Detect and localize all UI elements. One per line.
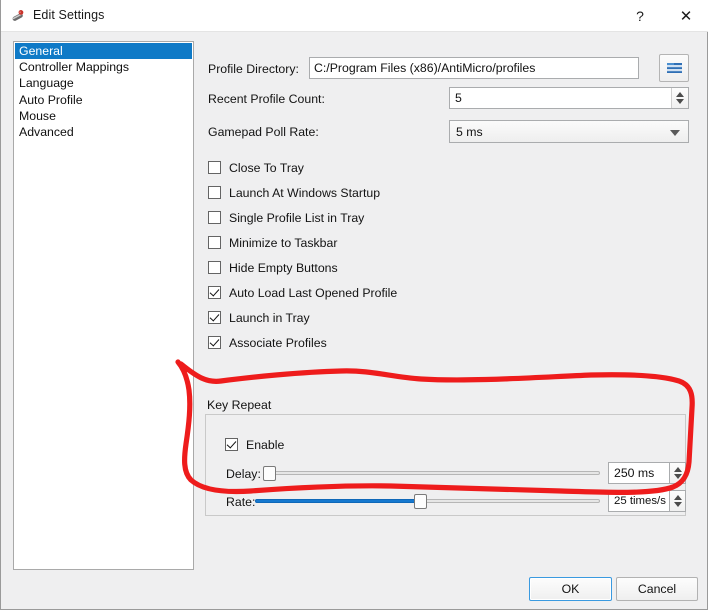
delay-slider[interactable] bbox=[263, 463, 600, 483]
browse-directory-button[interactable] bbox=[659, 54, 689, 82]
profile-directory-input[interactable]: C:/Program Files (x86)/AntiMicro/profile… bbox=[309, 57, 639, 79]
checkbox-label: Hide Empty Buttons bbox=[229, 260, 338, 275]
delay-stepper[interactable] bbox=[670, 462, 686, 484]
stepper-down-icon[interactable] bbox=[676, 99, 684, 104]
checkbox-single-profile-list-in-tray[interactable]: Single Profile List in Tray bbox=[208, 210, 364, 225]
checkbox-label: Launch At Windows Startup bbox=[229, 185, 381, 200]
recent-profile-count-label: Recent Profile Count: bbox=[208, 92, 325, 106]
delay-label: Delay: bbox=[226, 467, 261, 481]
folder-icon bbox=[666, 63, 682, 73]
checkbox-label: Minimize to Taskbar bbox=[229, 235, 338, 250]
edit-settings-dialog: Edit Settings ? ✕ General Controller Map… bbox=[0, 0, 708, 610]
checkbox-label: Enable bbox=[246, 437, 285, 452]
checkbox-box[interactable] bbox=[208, 261, 221, 274]
recent-profile-count-value[interactable]: 5 bbox=[450, 88, 671, 108]
checkbox-box[interactable] bbox=[225, 438, 238, 451]
recent-profile-count-spinbox[interactable]: 5 bbox=[449, 87, 689, 109]
checkbox-label: Single Profile List in Tray bbox=[229, 210, 365, 225]
checkbox-box[interactable] bbox=[208, 236, 221, 249]
delay-slider-handle[interactable] bbox=[263, 466, 276, 481]
key-repeat-title: Key Repeat bbox=[207, 398, 277, 412]
checkbox-launch-in-tray[interactable]: Launch in Tray bbox=[208, 310, 310, 325]
title-bar: Edit Settings ? ✕ bbox=[1, 0, 708, 32]
rate-value[interactable]: 25 times/s bbox=[609, 491, 669, 511]
help-icon: ? bbox=[636, 7, 644, 24]
checkbox-box[interactable] bbox=[208, 186, 221, 199]
rate-stepper[interactable] bbox=[670, 490, 686, 512]
checkbox-minimize-to-taskbar[interactable]: Minimize to Taskbar bbox=[208, 235, 337, 250]
gamepad-poll-rate-value: 5 ms bbox=[456, 124, 483, 139]
stepper-down-icon[interactable] bbox=[673, 502, 682, 507]
checkbox-box[interactable] bbox=[208, 336, 221, 349]
profile-directory-label: Profile Directory: bbox=[208, 62, 299, 76]
rate-slider-fill bbox=[255, 499, 421, 503]
key-repeat-frame: Enable Delay: 250 ms Rate: 25 times/s bbox=[205, 414, 686, 516]
checkbox-box[interactable] bbox=[208, 311, 221, 324]
delay-slider-groove[interactable] bbox=[263, 471, 600, 475]
checkbox-close-to-tray[interactable]: Close To Tray bbox=[208, 160, 304, 175]
rate-label: Rate: bbox=[226, 495, 256, 509]
general-settings-pane: Profile Directory: C:/Program Files (x86… bbox=[1, 32, 708, 610]
window-title: Edit Settings bbox=[33, 8, 105, 22]
checkbox-label: Launch in Tray bbox=[229, 310, 310, 325]
rate-slider-handle[interactable] bbox=[413, 494, 427, 509]
close-icon: ✕ bbox=[679, 7, 693, 25]
ok-button[interactable]: OK bbox=[529, 577, 612, 601]
stepper-up-icon[interactable] bbox=[673, 467, 682, 472]
stepper-up-icon[interactable] bbox=[676, 92, 684, 97]
checkbox-hide-empty-buttons[interactable]: Hide Empty Buttons bbox=[208, 260, 338, 275]
checkbox-box[interactable] bbox=[208, 161, 221, 174]
checkbox-label: Associate Profiles bbox=[229, 335, 327, 350]
gamepad-icon bbox=[10, 8, 27, 25]
close-button[interactable]: ✕ bbox=[663, 0, 708, 31]
key-repeat-group: Key Repeat Enable Delay: 250 ms Rate: 25… bbox=[205, 398, 686, 516]
rate-slider[interactable] bbox=[255, 491, 600, 511]
delay-spinbox[interactable]: 250 ms bbox=[608, 462, 670, 484]
chevron-down-icon[interactable] bbox=[670, 129, 680, 136]
recent-profile-count-stepper[interactable] bbox=[671, 88, 688, 108]
stepper-up-icon[interactable] bbox=[673, 495, 682, 500]
checkbox-key-repeat-enable[interactable]: Enable bbox=[225, 437, 284, 452]
delay-value[interactable]: 250 ms bbox=[609, 463, 669, 483]
rate-spinbox[interactable]: 25 times/s bbox=[608, 490, 670, 512]
gamepad-poll-rate-select[interactable]: 5 ms bbox=[449, 120, 689, 143]
checkbox-auto-load-last-opened-profile[interactable]: Auto Load Last Opened Profile bbox=[208, 285, 397, 300]
checkbox-label: Auto Load Last Opened Profile bbox=[229, 285, 398, 300]
help-button[interactable]: ? bbox=[617, 0, 663, 31]
checkbox-box[interactable] bbox=[208, 211, 221, 224]
checkbox-box[interactable] bbox=[208, 286, 221, 299]
checkbox-associate-profiles[interactable]: Associate Profiles bbox=[208, 335, 327, 350]
stepper-down-icon[interactable] bbox=[673, 474, 682, 479]
checkbox-launch-at-windows-startup[interactable]: Launch At Windows Startup bbox=[208, 185, 380, 200]
cancel-button-label: Cancel bbox=[637, 582, 677, 596]
cancel-button[interactable]: Cancel bbox=[616, 577, 698, 601]
checkbox-label: Close To Tray bbox=[229, 160, 304, 175]
gamepad-poll-rate-label: Gamepad Poll Rate: bbox=[208, 125, 319, 139]
ok-button-label: OK bbox=[561, 582, 580, 596]
